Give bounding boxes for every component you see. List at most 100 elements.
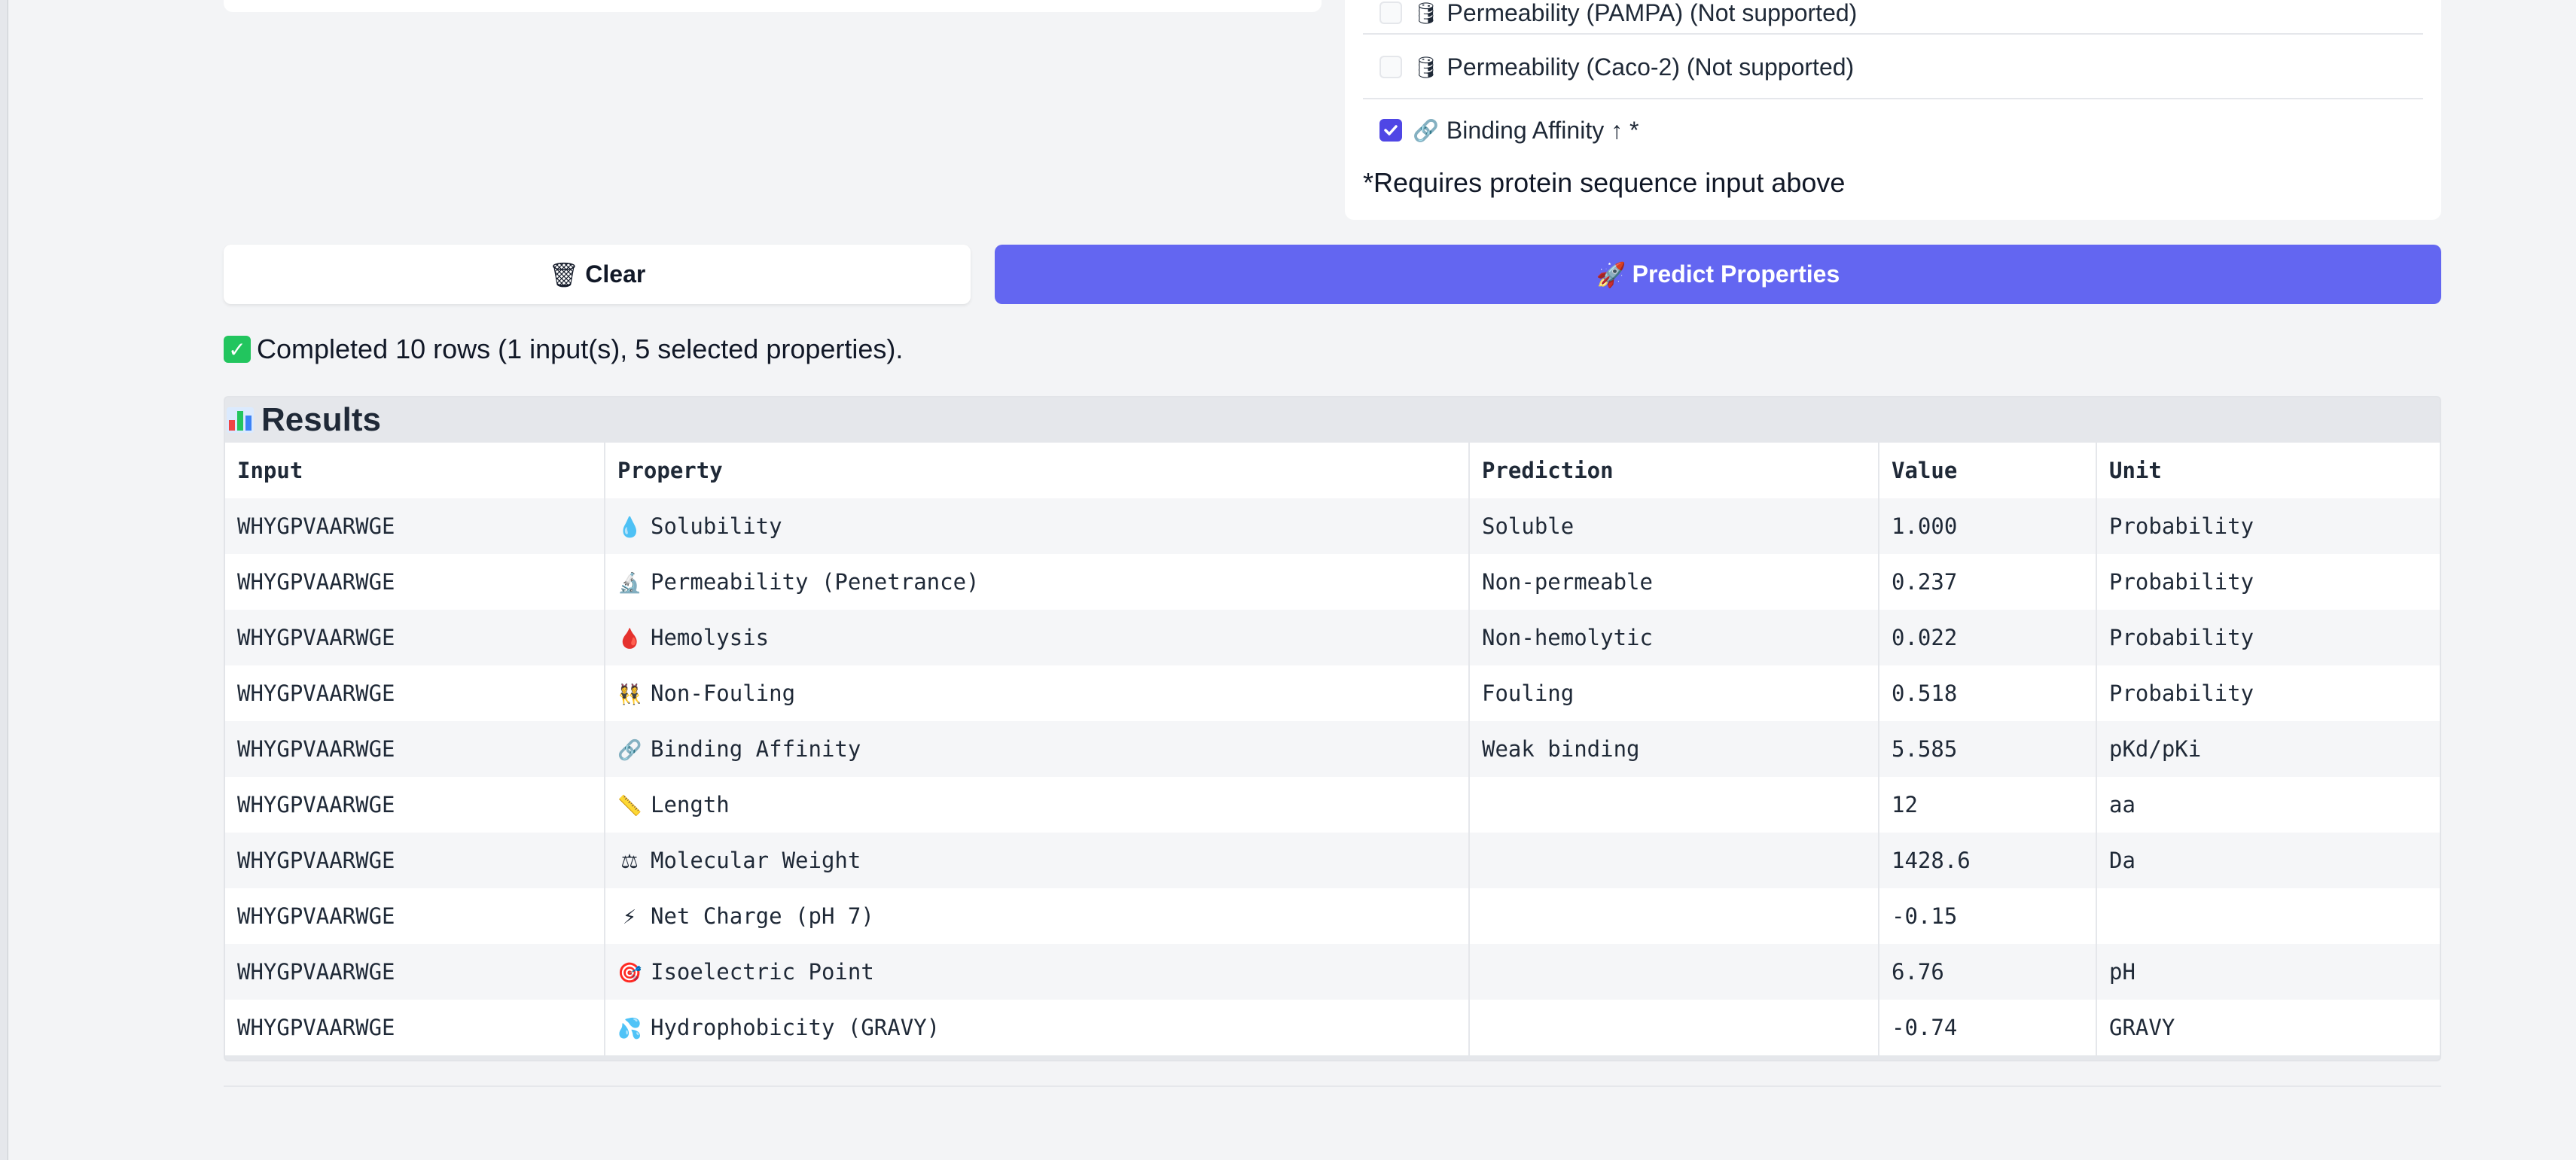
cell-property: 📏 Length: [605, 777, 1470, 833]
predict-properties-button[interactable]: 🚀 Predict Properties: [995, 245, 2441, 304]
cell-unit: GRAVY: [2096, 1000, 2440, 1055]
barrel-icon: 🛢: [1413, 1, 1440, 25]
cell-value: 0.022: [1879, 610, 2097, 665]
cell-unit: Da: [2096, 833, 2440, 888]
property-name: Isoelectric Point: [651, 959, 874, 985]
option-label: Permeability (PAMPA) (Not supported): [1447, 0, 1858, 26]
property-name: Binding Affinity: [651, 736, 861, 762]
cell-property: 👯 Non-Fouling: [605, 665, 1470, 721]
option-permeability-pampa[interactable]: 🛢 Permeability (PAMPA) (Not supported): [1363, 0, 2423, 35]
table-row: WHYGPVAARWGE 🩸 Hemolysis Non-hemolytic 0.022…: [225, 610, 2440, 665]
target-icon: 🎯: [617, 962, 642, 985]
cell-property: 🎯 Isoelectric Point: [605, 944, 1470, 1000]
checkmark-icon: [1384, 125, 1398, 135]
cell-unit: Probability: [2096, 498, 2440, 554]
barrel-icon: 🛢: [1413, 55, 1440, 79]
cell-input: WHYGPVAARWGE: [225, 498, 605, 554]
cell-input: WHYGPVAARWGE: [225, 554, 605, 610]
cell-input: WHYGPVAARWGE: [225, 777, 605, 833]
cell-prediction: Non-permeable: [1469, 554, 1879, 610]
table-row: WHYGPVAARWGE 💧 Solubility Soluble 1.000 Proba…: [225, 498, 2440, 554]
results-header: Results: [225, 397, 2440, 443]
cell-prediction: [1469, 944, 1879, 1000]
cell-unit: pH: [2096, 944, 2440, 1000]
scales-icon: ⚖: [620, 851, 639, 873]
people-icon: 👯: [617, 684, 642, 706]
cell-value: -0.74: [1879, 1000, 2097, 1055]
app-page: 🛢 Permeability (PAMPA) (Not supported) 🛢…: [0, 0, 2576, 1160]
cell-input: WHYGPVAARWGE: [225, 610, 605, 665]
window-edge: [0, 0, 8, 1160]
predict-button-label: Predict Properties: [1632, 260, 1840, 288]
trash-icon: 🗑: [548, 260, 580, 288]
checkbox-binding-affinity[interactable]: [1379, 119, 1402, 142]
clear-button[interactable]: 🗑 Clear: [224, 245, 971, 304]
checkbox-permeability-pampa[interactable]: [1379, 2, 1402, 24]
property-name: Non-Fouling: [651, 680, 796, 706]
cell-unit: aa: [2096, 777, 2440, 833]
cell-value: 0.237: [1879, 554, 2097, 610]
cell-input: WHYGPVAARWGE: [225, 1000, 605, 1055]
column-header-input[interactable]: Input: [225, 443, 605, 498]
cell-value: 12: [1879, 777, 2097, 833]
cell-value: 1428.6: [1879, 833, 2097, 888]
cell-prediction: [1469, 833, 1879, 888]
ruler-icon: 📏: [617, 795, 642, 817]
cell-value: 0.518: [1879, 665, 2097, 721]
results-title: Results: [261, 401, 381, 438]
cell-property: 🔬 Permeability (Penetrance): [605, 554, 1470, 610]
check-mark-icon: ✓: [224, 336, 251, 363]
microscope-icon: 🔬: [617, 572, 642, 595]
status-message: ✓ Completed 10 rows (1 input(s), 5 selec…: [224, 333, 903, 365]
table-row: WHYGPVAARWGE 📏 Length 12 aa: [225, 777, 2440, 833]
cell-property: 🩸 Hemolysis: [605, 610, 1470, 665]
table-row: WHYGPVAARWGE ⚡ Net Charge (pH 7) -0.15: [225, 888, 2440, 944]
blood-drop-icon: 🩸: [617, 628, 642, 650]
cell-property: ⚖ Molecular Weight: [605, 833, 1470, 888]
rocket-icon: 🚀: [1596, 260, 1626, 288]
table-row: WHYGPVAARWGE 🔗 Binding Affinity Weak bindin…: [225, 721, 2440, 777]
cell-unit: Probability: [2096, 665, 2440, 721]
cell-input: WHYGPVAARWGE: [225, 944, 605, 1000]
bar-chart-icon: [227, 407, 254, 433]
cell-property: ⚡ Net Charge (pH 7): [605, 888, 1470, 944]
sweat-droplets-icon: 💦: [617, 1018, 642, 1040]
cell-input: WHYGPVAARWGE: [225, 888, 605, 944]
lightning-icon: ⚡: [622, 906, 637, 929]
divider: [224, 1085, 2441, 1087]
cell-input: WHYGPVAARWGE: [225, 721, 605, 777]
column-header-prediction[interactable]: Prediction: [1469, 443, 1879, 498]
column-header-unit[interactable]: Unit: [2096, 443, 2440, 498]
checkbox-permeability-caco2[interactable]: [1379, 56, 1402, 78]
protein-requirement-note: *Requires protein sequence input above: [1363, 167, 1846, 198]
link-icon: 🔗: [617, 739, 642, 762]
property-name: Net Charge (pH 7): [651, 903, 874, 929]
cell-unit: Probability: [2096, 610, 2440, 665]
cell-value: 6.76: [1879, 944, 2097, 1000]
table-row: WHYGPVAARWGE 🔬 Permeability (Penetrance) No…: [225, 554, 2440, 610]
link-icon: 🔗: [1413, 118, 1439, 142]
table-header-row: Input Property Prediction Value Unit: [225, 443, 2440, 498]
input-panel-bottom-edge: [224, 0, 1322, 12]
droplet-icon: 💧: [617, 516, 642, 539]
column-header-value[interactable]: Value: [1879, 443, 2097, 498]
cell-unit: [2096, 888, 2440, 944]
option-label: Binding Affinity ↑ *: [1446, 116, 1639, 144]
table-row: WHYGPVAARWGE 👯 Non-Fouling Fouling 0.518 Prob…: [225, 665, 2440, 721]
cell-prediction: Fouling: [1469, 665, 1879, 721]
table-row: WHYGPVAARWGE 🎯 Isoelectric Point 6.76 pH: [225, 944, 2440, 1000]
property-name: Permeability (Penetrance): [651, 569, 980, 595]
cell-unit: Probability: [2096, 554, 2440, 610]
cell-property: 💧 Solubility: [605, 498, 1470, 554]
status-text: Completed 10 rows (1 input(s), 5 selecte…: [257, 333, 904, 364]
results-section: Results Input Property Prediction Value …: [224, 396, 2441, 1061]
column-header-property[interactable]: Property: [605, 443, 1470, 498]
option-binding-affinity[interactable]: 🔗 Binding Affinity ↑ *: [1363, 101, 2423, 160]
cell-unit: pKd/pKi: [2096, 721, 2440, 777]
option-permeability-caco2[interactable]: 🛢 Permeability (Caco-2) (Not supported): [1363, 36, 2423, 99]
cell-prediction: [1469, 1000, 1879, 1055]
option-label: Permeability (Caco-2) (Not supported): [1447, 53, 1855, 81]
table-row: WHYGPVAARWGE ⚖ Molecular Weight 1428.6 Da: [225, 833, 2440, 888]
cell-prediction: [1469, 777, 1879, 833]
property-name: Solubility: [651, 513, 782, 539]
